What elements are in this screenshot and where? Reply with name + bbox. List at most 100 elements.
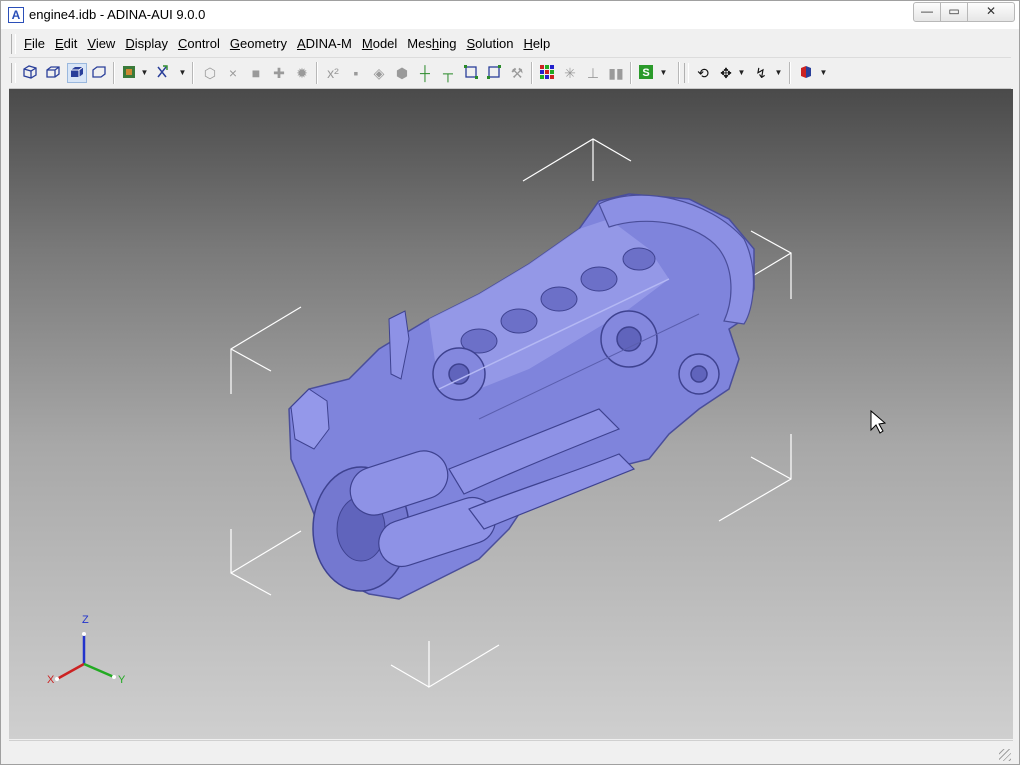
engine-model[interactable] [288,193,755,600]
axes-toggle-icon[interactable] [153,64,171,82]
menu-label-part: E [54,36,64,51]
menu-label-part: G [229,36,241,51]
toolbar-separator [113,62,115,84]
menu-label-part: ontrol [187,36,220,51]
cross-icon[interactable]: ✚ [270,64,288,82]
fit-icon[interactable] [485,64,503,82]
toolbar-separator [316,62,318,84]
star-icon[interactable]: ✳ [561,64,579,82]
menu-label-part: olution [475,36,514,51]
element-icon[interactable]: ⬢ [393,64,411,82]
chevron-down-icon[interactable]: ▼ [659,64,668,82]
pan-icon[interactable]: ✥ [717,64,735,82]
chevron-down-icon[interactable]: ▼ [737,64,746,82]
menu-file[interactable]: File [19,36,50,51]
x-axis-label: X [47,674,55,686]
menu-label-part: h [431,36,440,51]
resize-grip[interactable] [999,749,1011,761]
menu-edit[interactable]: Edit [50,36,82,51]
chevron-down-icon[interactable]: ▼ [819,64,828,82]
menu-label-part: F [24,36,32,51]
window-title: engine4.idb - ADINA-AUI 9.0.0 [29,7,206,22]
menu-items: File Edit View Display Control Geometry ADINA-… [19,36,555,51]
zoom-icon[interactable]: ↯ [752,64,770,82]
toolbar: ▼ ▼ ⬡ × ■ ✚ ✹ x² ▪ ◈ ⬢ ┼ ┬ ⚒ ✳ ⊥ ▮▮ S ▼ … [9,58,1011,89]
title-bar[interactable]: A engine4.idb - ADINA-AUI 9.0.0 — ▭ ✕ [1,1,1019,29]
menu-control[interactable]: Control [173,36,225,51]
menu-solution[interactable]: Solution [461,36,518,51]
menu-bar: File Edit View Display Control Geometry ADINA-… [9,31,1011,58]
frame-icon[interactable] [462,64,480,82]
menu-label-part: isplay [134,36,168,51]
menu-label-part: DINA-M [305,36,352,51]
menu-label-part: elp [532,36,551,51]
menu-label-part: S [466,36,476,51]
menu-display[interactable]: Display [120,36,173,51]
menu-label-part: ing [439,36,457,51]
mesh-plot-icon[interactable] [120,64,138,82]
y-axis [83,662,115,679]
menu-grip[interactable] [11,34,16,54]
cut-icon[interactable]: ⚒ [508,64,526,82]
axis-alt-icon[interactable]: ┬ [439,64,457,82]
application-window: A engine4.idb - ADINA-AUI 9.0.0 — ▭ ✕ Fi… [0,0,1020,765]
y-axis-label: Y [118,674,126,686]
menu-label-part: C [177,36,188,51]
menu-meshing[interactable]: Meshing [402,36,461,51]
menu-geometry[interactable]: Geometry [225,36,292,51]
toolbar-separator [531,62,533,84]
cube-icon[interactable] [797,64,815,82]
save-icon[interactable]: ▪ [347,64,365,82]
iso-view-icon[interactable] [21,64,39,82]
toolbar-separator [678,62,680,84]
scene: Z X Y [47,138,887,689]
rotate-icon[interactable]: ⟲ [694,64,712,82]
adina-app-icon[interactable]: A [8,7,24,23]
chevron-down-icon[interactable]: ▼ [178,64,187,82]
solution-icon[interactable]: S [637,64,655,82]
x-axis [56,662,85,681]
maximize-button[interactable]: ▭ [940,2,968,22]
toolbar-separator [789,62,791,84]
menu-label-part: H [523,36,533,51]
square-icon[interactable]: ■ [247,64,265,82]
toolbar-grip[interactable] [684,63,689,83]
menu-label-part: eometry [240,36,287,51]
chevron-down-icon[interactable]: ▼ [774,64,783,82]
menu-label-part: V [87,36,96,51]
toolbar-separator [192,62,194,84]
status-bar [9,740,1013,763]
solid-icon[interactable]: ⬡ [201,64,219,82]
toolbar-grip[interactable] [11,63,16,83]
coordinate-triad: Z X Y [47,614,126,686]
menu-adina-m[interactable]: ADINA-M [292,36,357,51]
point-icon[interactable]: × [224,64,242,82]
menu-label-part: M [361,36,373,51]
menu-model[interactable]: Model [357,36,402,51]
axis-icon[interactable]: ┼ [416,64,434,82]
mouse-cursor-icon [870,409,887,434]
z-axis-label: Z [82,614,89,626]
chevron-down-icon[interactable]: ▼ [140,64,149,82]
front-view-icon[interactable] [44,64,62,82]
close-button[interactable]: ✕ [967,2,1015,22]
menu-label-part: ile [31,36,45,51]
color-grid-icon[interactable] [538,64,556,82]
node-icon[interactable]: ◈ [370,64,388,82]
menu-label-part: dit [63,36,78,51]
menu-help[interactable]: Help [518,36,555,51]
svg-text:S: S [642,67,649,79]
menu-label-part: A [296,36,306,51]
shaded-view-icon[interactable] [67,63,87,83]
menu-label-part: D [125,36,135,51]
minimize-button[interactable]: — [913,2,941,22]
gear-icon[interactable]: ✹ [293,64,311,82]
coordinate-icon[interactable]: x² [324,64,342,82]
menu-view[interactable]: View [82,36,120,51]
graphics-viewport[interactable]: Z X Y [9,89,1013,739]
bar-icon[interactable]: ▮▮ [607,64,625,82]
tree-icon[interactable]: ⊥ [584,64,602,82]
wireframe-view-icon[interactable] [90,64,108,82]
menu-label-part: odel [372,36,398,51]
menu-label-part: Mes [407,36,432,51]
